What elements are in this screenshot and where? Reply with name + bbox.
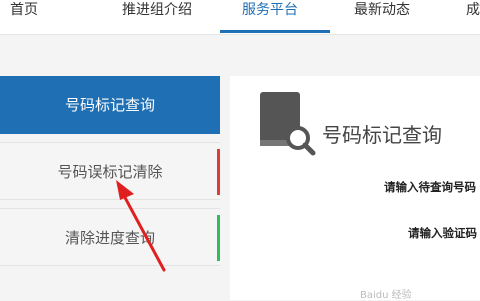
nav-item-more[interactable]: 成 (466, 0, 480, 26)
nav-item-home[interactable]: 首页 (10, 0, 38, 26)
nav-item-about[interactable]: 推进组介绍 (122, 0, 192, 26)
red-accent-bar (217, 149, 220, 195)
watermark: Baidu 经验 (360, 290, 412, 301)
field-label-query-number: 请输入待查询号码 (384, 180, 476, 194)
nav-item-news[interactable]: 最新动态 (354, 0, 410, 26)
nav-active-underline (220, 30, 330, 33)
content-title: 号码标记查询 (322, 123, 442, 147)
red-arrow-icon (116, 180, 166, 272)
top-nav: 首页 推进组介绍 服务平台 最新动态 成 (0, 0, 480, 35)
main-content: 号码标记查询 请输入待查询号码 请输入验证码 (230, 76, 480, 300)
green-accent-bar (217, 215, 220, 261)
book-search-icon (260, 92, 316, 156)
sidebar-item-number-mark-query[interactable]: 号码标记查询 (0, 76, 220, 134)
field-label-captcha: 请输入验证码 (408, 226, 477, 240)
nav-item-service-platform[interactable]: 服务平台 (242, 0, 298, 26)
sidebar-item-label: 号码标记查询 (64, 96, 155, 114)
